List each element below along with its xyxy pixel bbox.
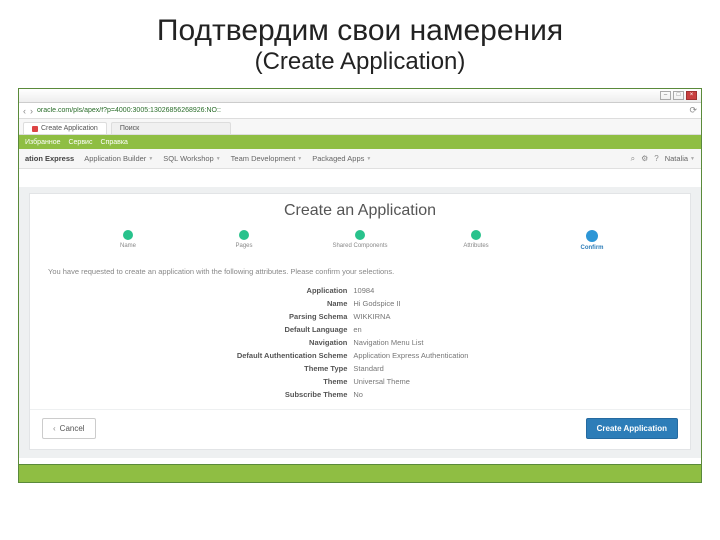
browser-window: – □ × ‹ › oracle.com/pls/apex/f?p=4000:3… [18,88,702,483]
tab-search[interactable]: Поиск [111,122,231,134]
back-button[interactable]: ‹ [23,106,26,116]
apex-brand: ation Express [25,154,74,163]
card-title: Create an Application [30,194,690,224]
help-icon[interactable]: ? [654,154,658,163]
tab-favicon-icon [32,126,38,132]
attr-value: Application Express Authentication [353,351,690,360]
confirm-instruction: You have requested to create an applicat… [30,259,690,282]
attr-label: Application [30,286,353,295]
window-titlebar: – □ × [19,89,701,103]
step-label: Name [120,243,136,249]
attributes-list: Application10984NameHi Godspice IIParsin… [30,282,690,409]
nav-app-builder[interactable]: Application Builder▼ [84,154,153,163]
wizard-stepper: Name Pages Shared Components Attributes Conf… [30,224,690,259]
wizard-step-1[interactable]: Pages [214,230,274,249]
forward-button[interactable]: › [30,106,33,116]
step-label: Confirm [581,245,604,251]
window-bottom-border [19,464,701,482]
url-field[interactable]: oracle.com/pls/apex/f?p=4000:3005:130268… [37,107,685,114]
browser-tabs: Create Application Поиск [19,119,701,135]
create-label: Create Application [597,424,667,433]
step-label: Shared Components [332,243,387,249]
attr-row: Theme TypeStandard [30,362,690,375]
content-area: Create an Application Name Pages Shared Co… [19,187,701,458]
slide-subtitle: (Create Application) [0,48,720,76]
nav-packaged-apps[interactable]: Packaged Apps▼ [312,154,371,163]
wizard-step-4[interactable]: Confirm [562,230,622,251]
attr-value: Standard [353,364,690,373]
attr-row: Subscribe ThemeNo [30,388,690,401]
wizard-step-0[interactable]: Name [98,230,158,249]
address-bar: ‹ › oracle.com/pls/apex/f?p=4000:3005:13… [19,103,701,119]
chevron-left-icon: ‹ [53,424,56,433]
attr-label: Default Authentication Scheme [30,351,353,360]
attr-label: Name [30,299,353,308]
step-dot-done-icon [239,230,249,240]
step-dot-done-icon [471,230,481,240]
wizard-step-2[interactable]: Shared Components [330,230,390,249]
step-dot-done-icon [123,230,133,240]
attr-value: Hi Godspice II [353,299,690,308]
attr-row: Parsing SchemaWIKKIRNA [30,310,690,323]
services-link[interactable]: Сервис [68,139,92,146]
step-dot-done-icon [355,230,365,240]
attr-row: NameHi Godspice II [30,297,690,310]
create-application-button[interactable]: Create Application [586,418,678,439]
step-label: Pages [235,243,252,249]
breadcrumb [19,169,701,187]
apex-top-nav: ation Express Application Builder▼ SQL W… [19,149,701,169]
favorites-link[interactable]: Избранное [25,139,60,146]
attr-row: ThemeUniversal Theme [30,375,690,388]
attr-row: NavigationNavigation Menu List [30,336,690,349]
cancel-label: Cancel [60,424,85,433]
attr-row: Application10984 [30,284,690,297]
attr-value: en [353,325,690,334]
apex-nav-right: ⌕ ⚙ ? Natalia▼ [631,154,695,164]
attr-row: Default Authentication SchemeApplication… [30,349,690,362]
window-close-button[interactable]: × [686,91,697,100]
nav-team-dev[interactable]: Team Development▼ [231,154,303,163]
help-link[interactable]: Справка [100,139,127,146]
step-label: Attributes [463,243,488,249]
attr-label: Parsing Schema [30,312,353,321]
slide-title-block: Подтвердим свои намерения (Create Applic… [0,0,720,78]
admin-icon[interactable]: ⚙ [641,154,648,163]
card-footer: ‹ Cancel Create Application [30,409,690,449]
step-dot-active-icon [586,230,598,242]
nav-sql-workshop[interactable]: SQL Workshop▼ [163,154,220,163]
attr-value: Universal Theme [353,377,690,386]
attr-value: 10984 [353,286,690,295]
attr-value: WIKKIRNA [353,312,690,321]
window-minimize-button[interactable]: – [660,91,671,100]
search-icon[interactable]: ⌕ [631,154,635,164]
slide-title: Подтвердим свои намерения [0,14,720,48]
attr-row: Default Languageen [30,323,690,336]
attr-value: Navigation Menu List [353,338,690,347]
user-menu[interactable]: Natalia▼ [665,154,695,163]
cancel-button[interactable]: ‹ Cancel [42,418,96,439]
tab-search-placeholder: Поиск [120,125,139,132]
attr-label: Theme [30,377,353,386]
attr-label: Default Language [30,325,353,334]
refresh-icon[interactable]: ⟳ [689,105,697,116]
wizard-step-3[interactable]: Attributes [446,230,506,249]
attr-label: Theme Type [30,364,353,373]
attr-value: No [353,390,690,399]
attr-label: Navigation [30,338,353,347]
wizard-card: Create an Application Name Pages Shared Co… [29,193,691,450]
tab-create-application[interactable]: Create Application [23,122,107,134]
attr-label: Subscribe Theme [30,390,353,399]
apex-nav-left: ation Express Application Builder▼ SQL W… [25,154,371,163]
favorites-bar: Избранное Сервис Справка [19,135,701,149]
tab-label: Create Application [41,125,98,132]
window-maximize-button[interactable]: □ [673,91,684,100]
